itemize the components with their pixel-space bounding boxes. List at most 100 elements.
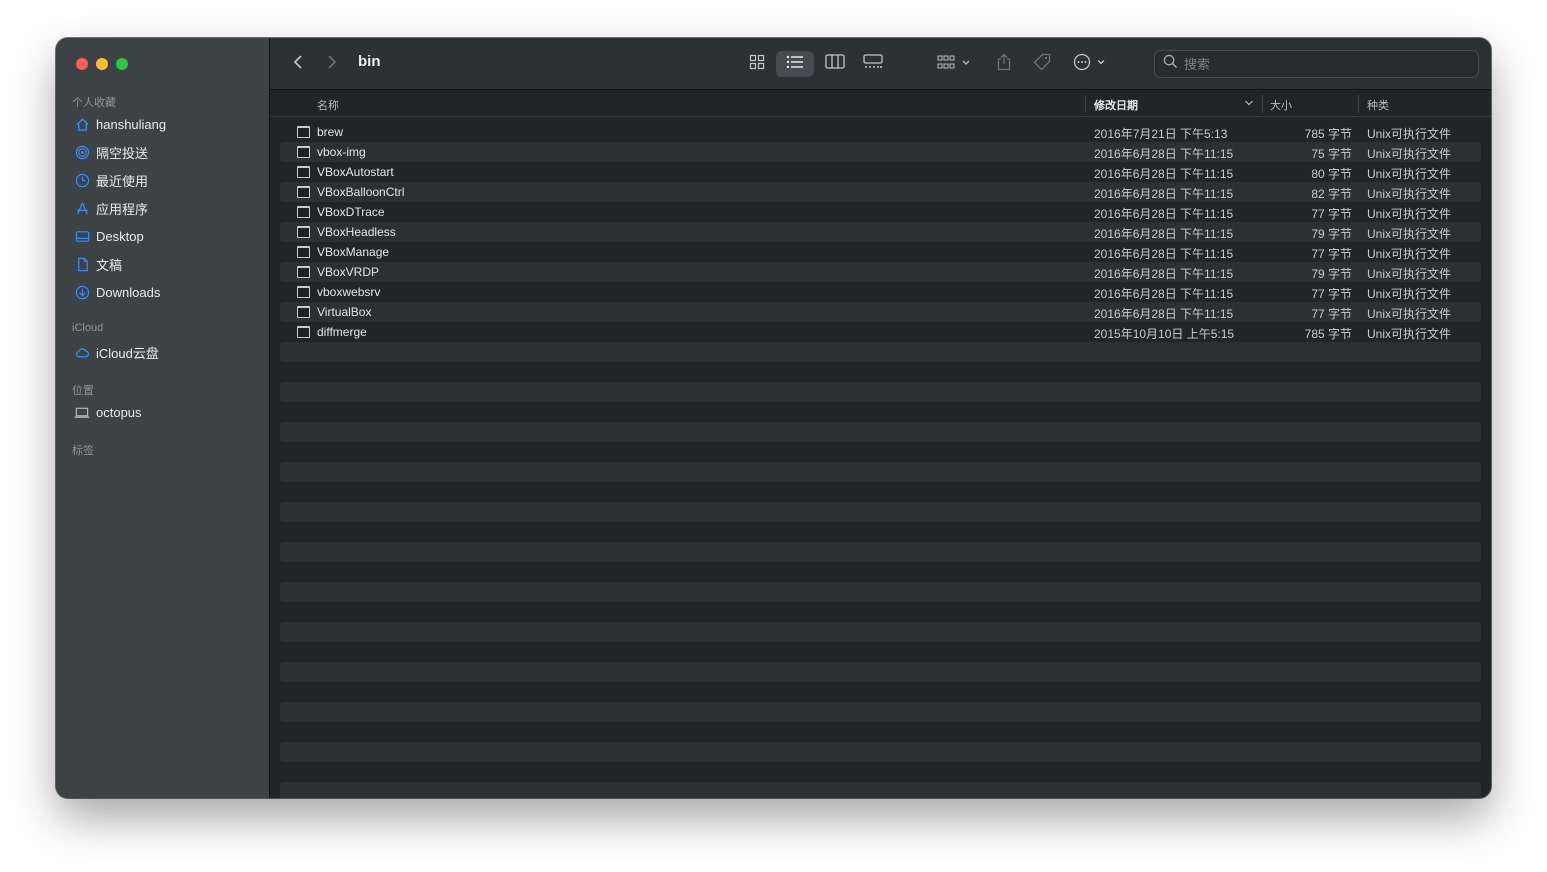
file-kind: Unix可执行文件: [1367, 167, 1452, 181]
file-name: VBoxManage: [317, 245, 390, 259]
sidebar-item-icloud-drive[interactable]: iCloud云盘: [74, 342, 159, 362]
search-field[interactable]: [1154, 50, 1479, 78]
table-row[interactable]: vbox-img 2016年6月28日 下午11:15 75 字节 Unix可执行文件: [280, 142, 1481, 162]
column-separator[interactable]: [1085, 95, 1086, 113]
executable-file-icon: [297, 126, 310, 138]
table-row[interactable]: VBoxHeadless 2016年6月28日 下午11:15 79 字节 Unix可…: [280, 222, 1481, 242]
back-button[interactable]: [288, 52, 308, 76]
laptop-icon: [74, 404, 90, 420]
more-actions-button[interactable]: [1070, 52, 1110, 76]
file-size: 77 字节: [1311, 307, 1352, 321]
sidebar-item-desktop[interactable]: Desktop: [74, 226, 144, 246]
executable-file-icon: [297, 146, 310, 158]
tag-button[interactable]: [1030, 52, 1054, 76]
search-input[interactable]: [1184, 56, 1464, 72]
file-size: 79 字节: [1311, 267, 1352, 281]
empty-row: [280, 742, 1481, 762]
airdrop-icon: [74, 144, 90, 160]
file-kind: Unix可执行文件: [1367, 327, 1452, 341]
downloads-icon: [74, 284, 90, 300]
main-content: bin 搜索 名称 修改日期 大小 种类 brew 2016年7月21日 下午5…: [270, 38, 1491, 798]
column-separator[interactable]: [1262, 95, 1263, 113]
file-date: 2016年6月28日 下午11:15: [1094, 287, 1234, 301]
clock-icon: [74, 172, 90, 188]
executable-file-icon: [297, 326, 310, 338]
file-size: 785 字节: [1304, 127, 1352, 141]
file-size: 77 字节: [1311, 247, 1352, 261]
close-button[interactable]: [76, 58, 88, 70]
tags-header: 标签: [72, 445, 94, 457]
file-size: 80 字节: [1311, 167, 1352, 181]
empty-row: [280, 522, 1481, 542]
file-name: VBoxVRDP: [317, 265, 380, 279]
sidebar-item-applications[interactable]: 应用程序: [74, 198, 148, 218]
sidebar-item-recents[interactable]: 最近使用: [74, 170, 148, 190]
file-kind: Unix可执行文件: [1367, 267, 1452, 281]
sidebar-item-label: octopus: [96, 404, 142, 420]
icon-view-icon: [749, 54, 765, 75]
sidebar-item-downloads[interactable]: Downloads: [74, 282, 160, 302]
zoom-button[interactable]: [116, 58, 128, 70]
file-name: brew: [317, 125, 344, 139]
back-icon: [292, 54, 304, 75]
sidebar-item-label: 隔空投送: [96, 145, 149, 161]
minimize-button[interactable]: [96, 58, 108, 70]
file-date: 2016年6月28日 下午11:15: [1094, 227, 1234, 241]
file-date: 2015年10月10日 上午5:15: [1094, 327, 1235, 341]
sidebar-item-airdrop[interactable]: 隔空投送: [74, 142, 148, 162]
list-view-icon: [786, 55, 804, 74]
column-date[interactable]: 修改日期: [1094, 97, 1138, 113]
file-kind: Unix可执行文件: [1367, 287, 1452, 301]
table-row[interactable]: VBoxAutostart 2016年6月28日 下午11:15 80 字节 Unix…: [280, 162, 1481, 182]
share-button[interactable]: [992, 52, 1016, 76]
gallery-view-button[interactable]: [858, 52, 888, 76]
table-row[interactable]: vboxwebsrv 2016年6月28日 下午11:15 77 字节 Unix可执行…: [280, 282, 1481, 302]
table-row[interactable]: VirtualBox 2016年6月28日 下午11:15 77 字节 Unix可执行…: [280, 302, 1481, 322]
file-kind: Unix可执行文件: [1367, 207, 1452, 221]
file-date: 2016年6月28日 下午11:15: [1094, 147, 1234, 161]
table-row[interactable]: VBoxBalloonCtrl 2016年6月28日 下午11:15 82 字节 Un…: [280, 182, 1481, 202]
document-icon: [74, 256, 90, 272]
empty-row: [280, 382, 1481, 402]
file-date: 2016年6月28日 下午11:15: [1094, 207, 1234, 221]
icon-view-button[interactable]: [742, 52, 772, 76]
file-kind: Unix可执行文件: [1367, 187, 1452, 201]
toolbar: bin: [270, 38, 1491, 90]
file-kind: Unix可执行文件: [1367, 147, 1452, 161]
table-row[interactable]: VBoxVRDP 2016年6月28日 下午11:15 79 字节 Unix可执行文件: [280, 262, 1481, 282]
file-name: vboxwebsrv: [317, 285, 381, 299]
list-view-button[interactable]: [776, 51, 814, 77]
column-separator[interactable]: [1358, 95, 1359, 113]
forward-button[interactable]: [322, 52, 342, 76]
executable-file-icon: [297, 266, 310, 278]
file-size: 77 字节: [1311, 207, 1352, 221]
column-kind[interactable]: 种类: [1367, 97, 1389, 113]
sidebar-item-home[interactable]: hanshuliang: [74, 114, 166, 134]
table-row[interactable]: diffmerge 2015年10月10日 上午5:15 785 字节 Unix可执行…: [280, 322, 1481, 342]
table-row[interactable]: VBoxDTrace 2016年6月28日 下午11:15 77 字节 Unix可执行…: [280, 202, 1481, 222]
empty-row: [280, 762, 1481, 782]
table-row[interactable]: brew 2016年7月21日 下午5:13 785 字节 Unix可执行文件: [280, 122, 1481, 142]
file-date: 2016年6月28日 下午11:15: [1094, 187, 1234, 201]
share-icon: [996, 53, 1012, 76]
column-size[interactable]: 大小: [1270, 97, 1292, 113]
sidebar-item-documents[interactable]: 文稿: [74, 254, 122, 274]
file-kind: Unix可执行文件: [1367, 127, 1452, 141]
column-name[interactable]: 名称: [317, 97, 339, 113]
table-row[interactable]: VBoxManage 2016年6月28日 下午11:15 77 字节 Unix可执行…: [280, 242, 1481, 262]
more-icon: [1073, 53, 1107, 76]
empty-row: [280, 702, 1481, 722]
file-date: 2016年6月28日 下午11:15: [1094, 307, 1234, 321]
sidebar-item-octopus[interactable]: octopus: [74, 402, 142, 422]
sidebar-item-label: hanshuliang: [96, 116, 167, 132]
file-date: 2016年6月28日 下午11:15: [1094, 267, 1234, 281]
empty-row: [280, 362, 1481, 382]
desktop-icon: [74, 228, 90, 244]
executable-file-icon: [297, 226, 310, 238]
empty-row: [280, 462, 1481, 482]
column-view-button[interactable]: [820, 52, 850, 76]
search-icon: [1163, 54, 1178, 74]
group-button[interactable]: [934, 52, 974, 76]
locations-header: 位置: [72, 385, 94, 397]
sidebar-item-label: 应用程序: [96, 201, 149, 217]
